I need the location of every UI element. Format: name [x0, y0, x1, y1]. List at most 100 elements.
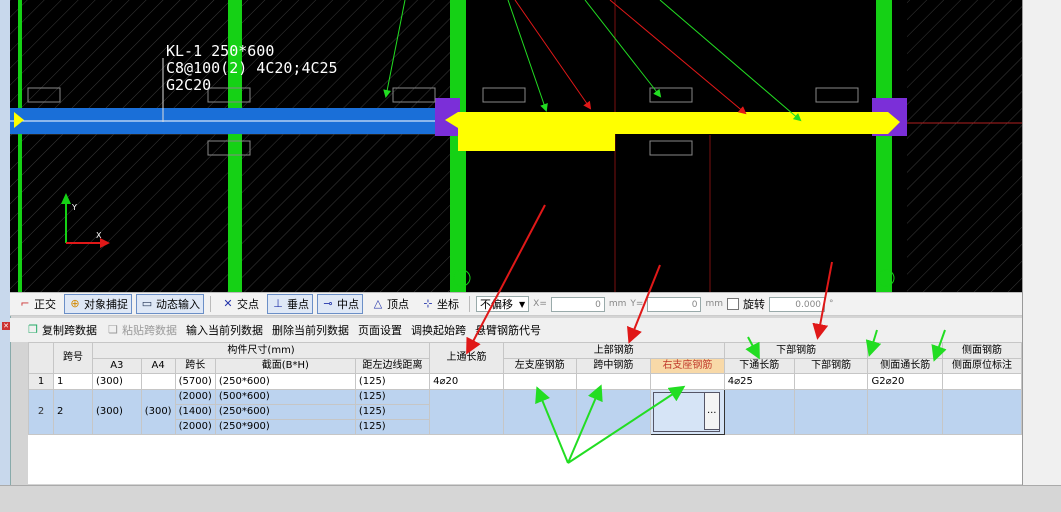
cell-bottom-bar[interactable]	[793, 389, 869, 435]
rotate-angle-input[interactable]: 0.000	[769, 296, 826, 312]
cell-mid-span[interactable]	[575, 373, 652, 390]
header-bottom-through[interactable]: 下通长筋	[723, 358, 795, 374]
cell-dist-left[interactable]: (125)	[354, 373, 431, 390]
header-a3[interactable]: A3	[91, 358, 142, 374]
object-snap-toggle[interactable]: ⊕ 对象捕捉	[64, 294, 132, 314]
offset-dropdown[interactable]: 不偏移 ▼	[476, 296, 530, 312]
header-side-group: 侧面钢筋	[941, 342, 1022, 359]
cell-top-through[interactable]	[429, 389, 504, 435]
header-a4[interactable]: A4	[140, 358, 176, 374]
header-side-through[interactable]: 侧面通长筋	[867, 358, 943, 374]
cell-span-length[interactable]: (2000)	[174, 389, 216, 405]
header-mid-span[interactable]: 跨中钢筋	[575, 358, 652, 374]
input-column-label: 输入当前列数据	[186, 324, 263, 337]
copy-span-button[interactable]: ❐ 复制跨数据	[26, 322, 97, 338]
x-unit: mm	[608, 299, 627, 309]
chevron-down-icon: ▼	[519, 299, 526, 309]
object-snap-label: 对象捕捉	[84, 298, 128, 311]
cell-a3[interactable]: (300)	[91, 373, 142, 390]
cell-span-no[interactable]: 1	[53, 373, 93, 390]
vertex-label: 顶点	[387, 298, 409, 311]
coordinate-icon: ⊹	[423, 297, 433, 310]
header-dist-left[interactable]: 距左边线距离	[354, 358, 431, 374]
cell-side-through[interactable]: G2⌀20	[867, 373, 943, 390]
x-coordinate-input[interactable]: 0	[550, 296, 605, 312]
copy-icon: ❐	[28, 323, 38, 336]
swap-start-span-button[interactable]: 调换起始跨	[411, 322, 466, 338]
span-data-grid[interactable]: 跨号 构件尺寸(mm) 上通长筋 上部钢筋 下部钢筋 侧面钢筋 A3 A4 跨长…	[28, 342, 1022, 484]
cell-dist-left[interactable]: (125)	[354, 389, 431, 405]
intersection-label: 交点	[237, 298, 259, 311]
paste-icon: ❏	[108, 323, 118, 336]
header-bottom-bar[interactable]: 下部钢筋	[793, 358, 869, 374]
cell-left-support[interactable]	[502, 373, 577, 390]
cell-a4[interactable]	[140, 373, 176, 390]
cell-span-length[interactable]: (5700)	[174, 373, 216, 390]
header-side-local[interactable]: 侧面原位标注	[941, 358, 1022, 374]
midpoint-toggle[interactable]: ⊸ 中点	[317, 294, 363, 314]
cell-right-support[interactable]	[650, 373, 725, 390]
cad-canvas[interactable]: Y X KL-1 250*600 C8@100(2) 4C20;4C25 G2C…	[10, 0, 1022, 292]
coordinate-label: 坐标	[437, 298, 459, 311]
header-span-no[interactable]: 跨号	[53, 342, 93, 374]
cell-side-local[interactable]	[941, 389, 1022, 435]
header-top-group: 上部钢筋	[502, 342, 725, 359]
row-number[interactable]: 1	[28, 373, 54, 390]
rotate-label: 旋转	[743, 298, 766, 311]
cell-section[interactable]: (250*600)	[214, 404, 356, 420]
cell-side-through[interactable]	[867, 389, 943, 435]
offset-value: 不偏移	[480, 298, 513, 311]
paste-span-label: 粘贴跨数据	[122, 324, 177, 337]
vertex-toggle[interactable]: △ 顶点	[367, 294, 413, 314]
intersection-icon: ✕	[223, 297, 233, 310]
dynamic-input-icon: ▭	[141, 297, 153, 310]
ortho-toggle[interactable]: ⌐ 正交	[14, 294, 60, 314]
cell-a4[interactable]: (300)	[140, 389, 176, 435]
cell-mid-span[interactable]	[575, 389, 652, 435]
header-size-group: 构件尺寸(mm)	[91, 342, 431, 359]
cell-section[interactable]: (250*600)	[214, 373, 356, 390]
cell-bottom-through[interactable]	[723, 389, 795, 435]
cell-a3[interactable]: (300)	[91, 389, 142, 435]
y-coordinate-input[interactable]: 0	[647, 296, 702, 312]
perpendicular-toggle[interactable]: ⊥ 垂点	[267, 294, 313, 314]
hatched-slab-right	[907, 0, 1022, 292]
close-icon[interactable]: ✕	[2, 322, 10, 330]
dynamic-input-toggle[interactable]: ▭ 动态输入	[136, 294, 204, 314]
delete-column-button[interactable]: 删除当前列数据	[272, 322, 349, 338]
table-row[interactable]: 1 1 (300) (5700) (250*600) (125) 4⌀20 4⌀…	[28, 373, 1022, 390]
snap-icon: ⊕	[70, 297, 80, 310]
cell-dist-left[interactable]: (125)	[354, 404, 431, 420]
header-right-support[interactable]: 右支座钢筋	[650, 358, 725, 374]
header-span-length[interactable]: 跨长	[174, 358, 216, 374]
ellipsis-button[interactable]: ...	[703, 392, 720, 430]
cell-top-through[interactable]: 4⌀20	[429, 373, 504, 390]
cell-right-support-editing[interactable]: ...	[650, 389, 725, 435]
page-setup-button[interactable]: 页面设置	[358, 322, 402, 338]
rotate-checkbox[interactable]	[727, 298, 740, 310]
column-green	[18, 0, 22, 292]
app-window: Y X KL-1 250*600 C8@100(2) 4C20;4C25 G2C…	[0, 0, 1061, 512]
intersection-toggle[interactable]: ✕ 交点	[217, 294, 263, 314]
header-top-through[interactable]: 上通长筋	[429, 342, 504, 374]
cell-left-support[interactable]	[502, 389, 577, 435]
cell-side-local[interactable]	[941, 373, 1022, 390]
cell-section[interactable]: (250*900)	[214, 419, 356, 435]
cell-bottom-bar[interactable]	[793, 373, 869, 390]
perpendicular-label: 垂点	[287, 298, 309, 311]
cell-span-length[interactable]: (2000)	[174, 419, 216, 435]
table-row[interactable]: 2 2 (300) (300) (2000) (500*600) (125) .…	[28, 389, 1022, 435]
cell-bottom-through[interactable]: 4⌀25	[723, 373, 795, 390]
cantilever-code-button[interactable]: 悬臂钢筋代号	[475, 322, 541, 338]
header-left-support[interactable]: 左支座钢筋	[502, 358, 577, 374]
cell-dist-left[interactable]: (125)	[354, 419, 431, 435]
separator	[210, 296, 211, 312]
coordinate-toggle[interactable]: ⊹ 坐标	[417, 294, 463, 314]
input-column-button[interactable]: 输入当前列数据	[186, 322, 263, 338]
paste-span-button[interactable]: ❏ 粘贴跨数据	[106, 322, 177, 338]
row-number[interactable]: 2	[28, 389, 54, 435]
header-section[interactable]: 截面(B*H)	[214, 358, 356, 374]
cell-span-no[interactable]: 2	[53, 389, 93, 435]
cell-section[interactable]: (500*600)	[214, 389, 356, 405]
cell-span-length[interactable]: (1400)	[174, 404, 216, 420]
